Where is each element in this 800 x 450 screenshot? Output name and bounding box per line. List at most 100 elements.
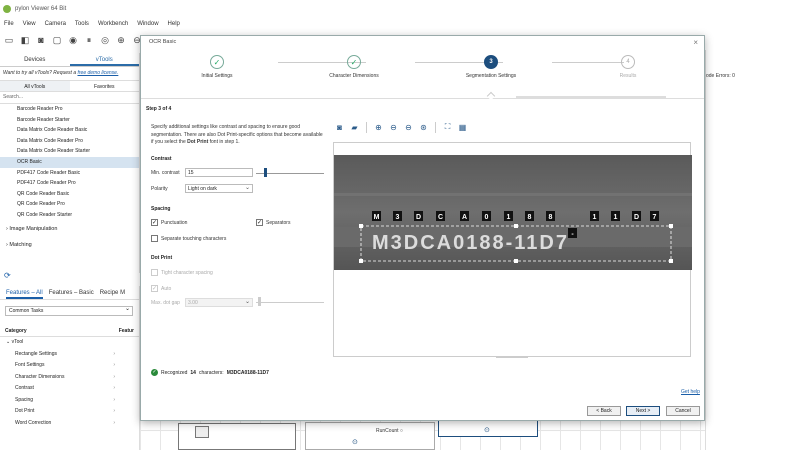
zoom-reset-icon[interactable]: ⊛	[417, 121, 430, 134]
vtool-item[interactable]: Data Matrix Code Reader Basic	[0, 125, 139, 136]
tab-features-basic[interactable]: Features – Basic	[49, 286, 94, 299]
fit-to-window-icon[interactable]: ⛶	[441, 121, 454, 134]
chevron-right-icon: ›	[113, 350, 115, 357]
next-button[interactable]: Next >	[626, 406, 660, 416]
roi-handle[interactable]	[669, 259, 673, 263]
zoom-out-icon[interactable]: ⊖	[387, 121, 400, 134]
back-button[interactable]: < Back	[587, 406, 621, 416]
camera-icon[interactable]: ◙	[333, 121, 346, 134]
common-tasks-dropdown[interactable]: Common Tasks	[5, 305, 133, 316]
connect-icon[interactable]: ▭	[3, 34, 15, 46]
vtool-group-image-manipulation[interactable]: › Image Manipulation	[0, 221, 139, 237]
close-icon[interactable]: ×	[693, 36, 698, 49]
menu-view[interactable]: View	[23, 21, 36, 27]
wizard-step-3[interactable]: 3 Segmentation Settings	[431, 55, 551, 79]
image-viewer[interactable]: M3DCA0188-11D7 M3DCA0188-11D7	[333, 142, 692, 357]
polarity-select[interactable]: Light on dark ⌄	[185, 184, 253, 193]
demo-license-link[interactable]: free demo license.	[77, 70, 118, 76]
vtools-panel: Devices vTools Want to try all vTools? R…	[0, 53, 140, 273]
category-label: Character Dimensions	[15, 373, 65, 380]
overlay-icon[interactable]: ▦	[456, 121, 469, 134]
pause-icon[interactable]: ⏸	[83, 34, 95, 46]
single-shot-icon[interactable]: ▢	[51, 34, 63, 46]
min-contrast-slider[interactable]	[264, 168, 267, 177]
toggle-icon[interactable]: ⊙	[352, 438, 358, 446]
filter-all-vtools[interactable]: All vTools	[0, 81, 70, 91]
tab-vtools[interactable]: vTools	[69, 53, 139, 66]
chevron-right-icon: ›	[6, 225, 8, 232]
vtool-group-matching[interactable]: › Matching	[0, 237, 139, 253]
camera-icon[interactable]: ◙	[35, 34, 47, 46]
chevron-right-icon: ›	[113, 408, 115, 414]
vtool-search-input[interactable]: Search...	[0, 92, 139, 104]
vtool-item[interactable]: Data Matrix Code Reader Pro	[0, 136, 139, 147]
vtool-item[interactable]: PDF417 Code Reader Basic	[0, 168, 139, 179]
chevron-right-icon: ›	[113, 373, 115, 380]
tab-features-all[interactable]: Features – All	[6, 286, 43, 299]
menu-camera[interactable]: Camera	[45, 21, 66, 27]
get-help-link[interactable]: Get help	[681, 389, 700, 395]
separators-checkbox[interactable]: ✓	[256, 219, 263, 226]
record-icon[interactable]: ◎	[99, 34, 111, 46]
vtool-item[interactable]: Barcode Reader Starter	[0, 115, 139, 126]
category-row[interactable]: Spacing ›	[0, 395, 139, 407]
tight-spacing-checkbox[interactable]	[151, 269, 158, 276]
category-row[interactable]: Character Dimensions ›	[0, 372, 139, 384]
tab-recipe[interactable]: Recipe M	[100, 286, 125, 299]
vtool-item[interactable]: PDF417 Code Reader Pro	[0, 178, 139, 189]
wizard-step-1[interactable]: ✓ Initial Settings	[157, 55, 277, 79]
category-row[interactable]: Dot Print ›	[0, 406, 139, 418]
vtool-item[interactable]: QR Code Reader Pro	[0, 199, 139, 210]
port-icon: ○	[399, 428, 403, 434]
auto-checkbox[interactable]: ✓	[151, 285, 158, 292]
roi-handle[interactable]	[359, 224, 363, 228]
roi-handle[interactable]	[359, 259, 363, 263]
menu-window[interactable]: Window	[137, 21, 158, 27]
toggle-icon[interactable]: ⊙	[484, 426, 490, 434]
vtool-item-selected[interactable]: OCR Basic	[0, 156, 139, 168]
max-dot-gap-slider[interactable]	[258, 297, 261, 306]
category-header: Category	[5, 328, 27, 334]
menu-tools[interactable]: Tools	[75, 21, 89, 27]
category-row[interactable]: Word Correction ›	[0, 418, 139, 430]
part-engraving-text: M3DCA0188-11D7	[372, 232, 569, 254]
vtool-item[interactable]: Data Matrix Code Reader Starter	[0, 146, 139, 157]
punctuation-checkbox[interactable]: ✓	[151, 219, 158, 226]
category-label: Dot Print	[15, 408, 35, 414]
roi-handle[interactable]	[669, 224, 673, 228]
menu-help[interactable]: Help	[168, 21, 180, 27]
spinner-icon: ⌄	[244, 299, 250, 305]
vtool-item[interactable]: QR Code Reader Starter	[0, 210, 139, 221]
open-icon[interactable]: ◧	[19, 34, 31, 46]
vtool-item[interactable]: QR Code Reader Basic	[0, 189, 139, 200]
max-dot-gap-input[interactable]: 3.00 ⌄	[185, 298, 253, 307]
zoom-in-icon[interactable]: ⊕	[372, 121, 385, 134]
tab-devices[interactable]: Devices	[0, 53, 70, 66]
runcount-label: RunCount ○	[376, 428, 403, 434]
step-number-badge: 4	[621, 55, 635, 69]
zoom-in-icon[interactable]: ⊕	[115, 34, 127, 46]
category-row[interactable]: Contrast ›	[0, 383, 139, 395]
results-panel	[705, 50, 800, 450]
video-icon[interactable]: ◉	[67, 34, 79, 46]
wizard-step-2[interactable]: ✓ Character Dimensions	[294, 55, 414, 79]
vtool-item[interactable]: Barcode Reader Pro	[0, 104, 139, 115]
category-row[interactable]: Rectangle Settings ›	[0, 349, 139, 361]
min-contrast-input[interactable]: 15	[185, 168, 253, 177]
char-label: M	[374, 214, 380, 221]
menu-file[interactable]: File	[4, 21, 14, 27]
roi-handle[interactable]	[514, 259, 518, 263]
zoom-minus-icon[interactable]: ⊖	[402, 121, 415, 134]
viewer-toolbar: ◙ ▰ ⊕ ⊖ ⊖ ⊛ ⛶ ▦	[333, 120, 693, 134]
category-root[interactable]: ⌄ vTool	[0, 337, 139, 349]
roi-handle[interactable]	[514, 224, 518, 228]
category-row[interactable]: Font Settings ›	[0, 360, 139, 372]
folder-open-icon[interactable]: ▰	[348, 121, 361, 134]
filter-favorites[interactable]: Favorites	[70, 81, 140, 91]
viewer-scrollbar[interactable]	[496, 356, 528, 358]
cancel-button[interactable]: Cancel	[666, 406, 700, 416]
separate-touching-checkbox[interactable]	[151, 235, 158, 242]
menu-workbench[interactable]: Workbench	[98, 21, 128, 27]
refresh-icon[interactable]: ⟳	[4, 271, 11, 280]
workbench-node[interactable]	[305, 422, 435, 450]
